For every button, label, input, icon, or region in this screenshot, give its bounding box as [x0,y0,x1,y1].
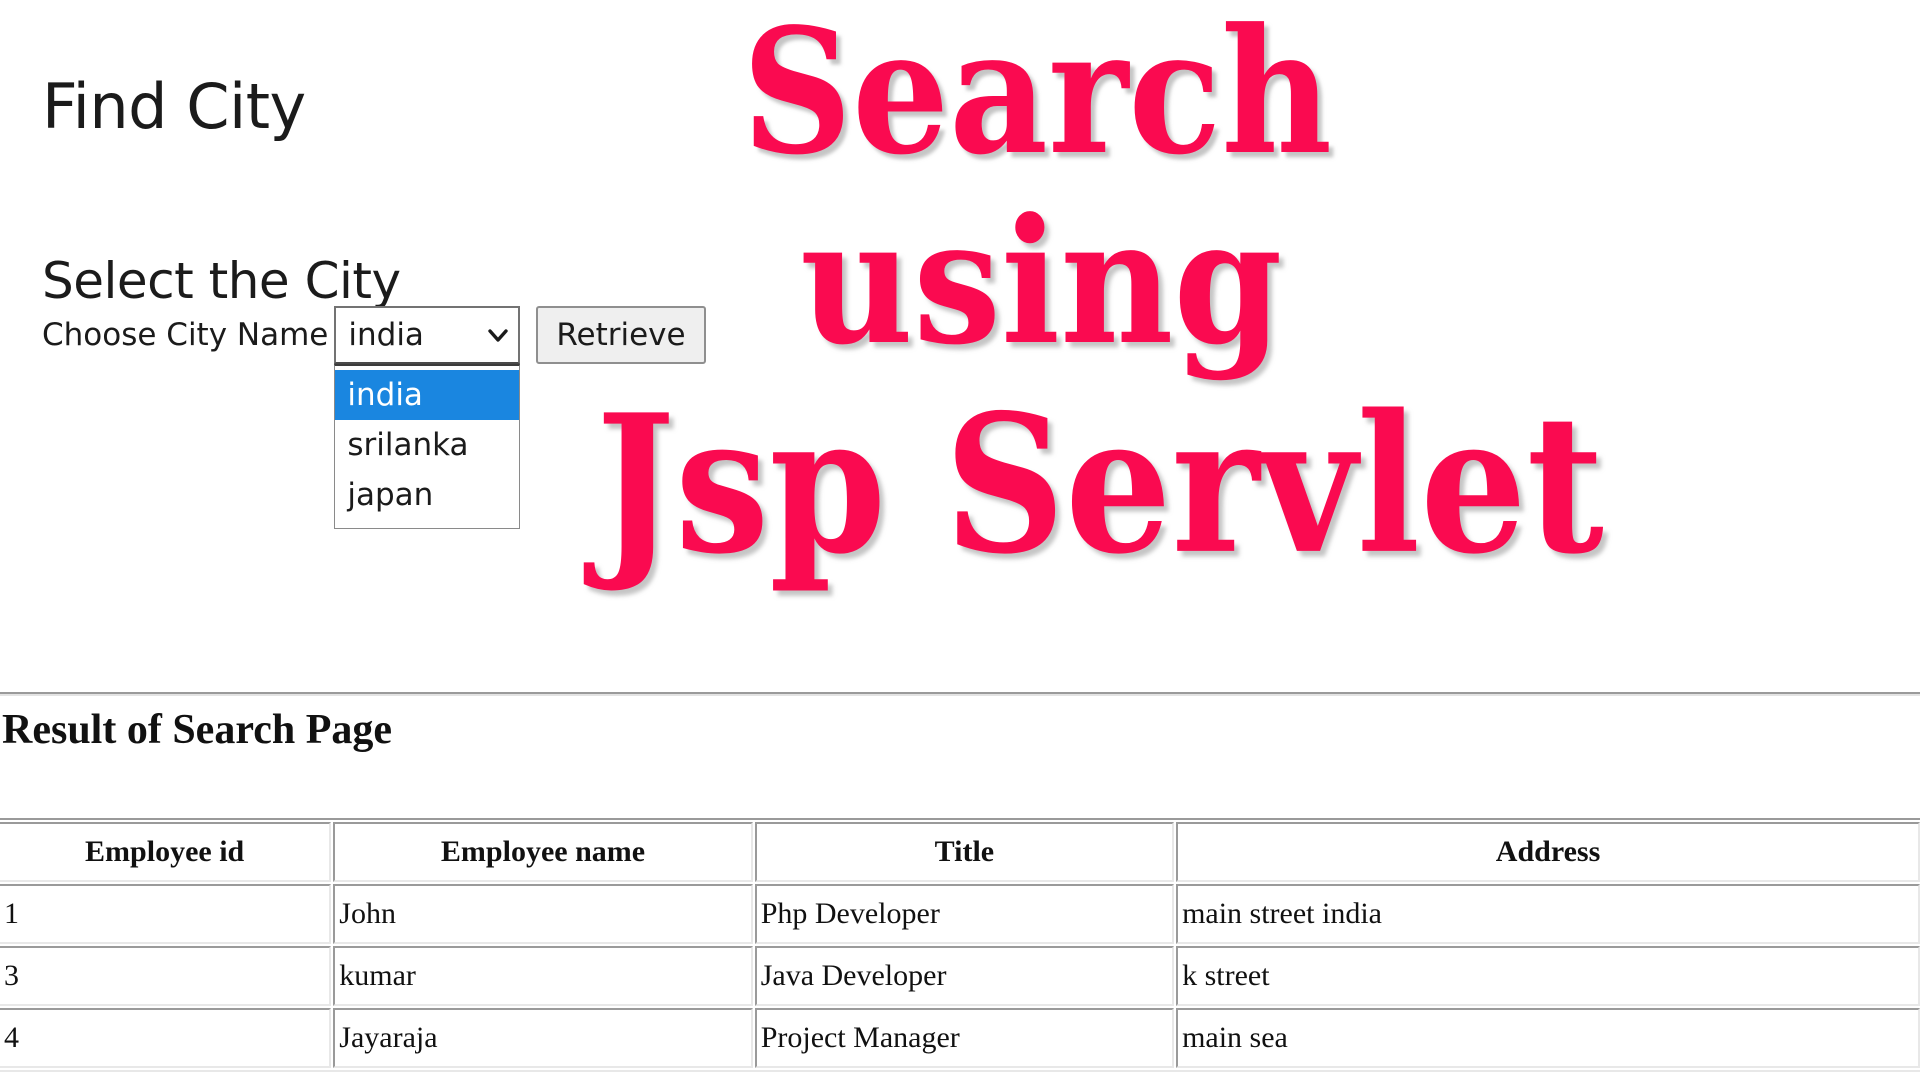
employee-results-table: Employee id Employee name Title Address … [0,818,1920,1072]
table-row: 3 kumar Java Developer k street [0,946,1920,1006]
city-select-wrapper: india india srilanka japan [334,306,521,529]
column-header-employee-id: Employee id [0,822,332,882]
cell-address: main street india [1176,884,1920,944]
cell-employee-name: Jayaraja [333,1008,753,1068]
cell-employee-name: John [333,884,753,944]
city-option-japan[interactable]: japan [335,470,519,520]
city-select-value: india [348,317,424,353]
table-row: 1 John Php Developer main street india [0,884,1920,944]
column-header-address: Address [1176,822,1920,882]
city-select[interactable]: india [334,306,521,364]
table-row: 4 Jayaraja Project Manager main sea [0,1008,1920,1068]
city-option-india[interactable]: india [335,370,520,420]
city-option-srilanka[interactable]: srilanka [335,420,519,470]
browser-page: Find City Select the City Choose City Na… [0,0,1920,1080]
cell-title: Php Developer [754,884,1175,944]
column-header-employee-name: Employee name [333,822,753,882]
table-header-row: Employee id Employee name Title Address [0,822,1920,882]
choose-city-name-label: Choose City Name [42,317,329,353]
city-select-dropdown-list[interactable]: india srilanka japan [334,364,521,529]
retrieve-button[interactable]: Retrieve [536,306,706,364]
chevron-down-icon [486,323,510,347]
cell-employee-id: 4 [0,1008,332,1068]
cell-employee-name: kumar [333,946,753,1006]
section-divider [0,692,1920,696]
cell-title: Java Developer [754,946,1175,1006]
cell-employee-id: 3 [0,946,332,1006]
cell-title: Project Manager [754,1008,1175,1068]
column-header-title: Title [754,822,1175,882]
page-title: Find City [42,69,306,143]
cell-address: main sea [1176,1008,1920,1068]
cell-address: k street [1176,946,1920,1006]
result-heading: Result of Search Page [2,707,392,753]
section-heading-select-city: Select the City [42,251,401,310]
cell-employee-id: 1 [0,884,332,944]
city-search-form: Choose City Name india india srilanka ja… [42,306,706,529]
